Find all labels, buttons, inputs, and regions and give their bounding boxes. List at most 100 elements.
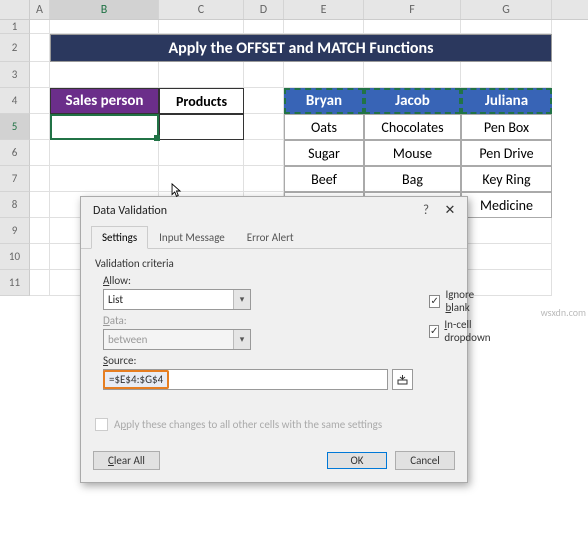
header-jacob[interactable]: Jacob [364, 88, 461, 114]
title-banner: Apply the OFFSET and MATCH Functions [50, 34, 552, 62]
clear-all-button[interactable]: Clear All [93, 451, 160, 470]
cell[interactable] [159, 114, 244, 140]
dialog-button-row: Clear All OK Cancel [81, 443, 467, 482]
cell[interactable] [30, 166, 50, 192]
cell[interactable]: Pen Drive [461, 140, 552, 166]
header-juliana[interactable]: Juliana [461, 88, 552, 114]
cell[interactable] [461, 62, 552, 88]
col-header-G[interactable]: G [461, 0, 552, 19]
source-value: =$E$4:$G$4 [103, 370, 169, 389]
row-header-3[interactable]: 3 [0, 62, 30, 88]
col-header-A[interactable]: A [30, 0, 50, 19]
row-header-4[interactable]: 4 [0, 88, 30, 114]
tab-settings[interactable]: Settings [91, 226, 148, 249]
ok-button[interactable]: OK [327, 452, 387, 469]
cell[interactable] [30, 140, 50, 166]
allow-dropdown[interactable]: List ▾ [103, 289, 251, 310]
validation-criteria-label: Validation criteria [95, 257, 453, 270]
header-products[interactable]: Products [159, 88, 244, 114]
chevron-down-icon: ▾ [233, 330, 250, 349]
cell[interactable] [30, 62, 50, 88]
allow-value: List [108, 293, 123, 306]
chevron-down-icon[interactable]: ▾ [233, 290, 250, 309]
row-header-8[interactable]: 8 [0, 192, 30, 218]
cell[interactable] [244, 114, 284, 140]
cell[interactable] [30, 270, 50, 296]
collapse-dialog-icon[interactable] [392, 369, 413, 390]
data-dropdown: between ▾ [103, 329, 251, 350]
cancel-button[interactable]: Cancel [395, 451, 455, 470]
cell[interactable]: Sugar [284, 140, 364, 166]
incell-dropdown-checkbox[interactable]: In-cell dropdown [429, 318, 493, 344]
cell[interactable] [30, 218, 50, 244]
cell[interactable]: Key Ring [461, 166, 552, 192]
cell[interactable] [284, 20, 364, 34]
source-label: Source: [103, 354, 413, 367]
active-cell-B5[interactable] [50, 114, 159, 140]
help-icon[interactable]: ? [417, 203, 435, 218]
checkbox-icon [429, 295, 440, 308]
cell[interactable] [50, 166, 159, 192]
apply-label: Apply these changes to all other cells w… [114, 418, 382, 431]
cell[interactable] [159, 140, 244, 166]
cell[interactable]: Mouse [364, 140, 461, 166]
cell[interactable] [284, 62, 364, 88]
col-header-E[interactable]: E [284, 0, 364, 19]
tab-panel-settings: Validation criteria Allow: List ▾ Data: … [81, 249, 467, 443]
cell[interactable] [461, 244, 552, 270]
cell[interactable] [50, 62, 159, 88]
tab-error-alert[interactable]: Error Alert [236, 226, 305, 248]
cell[interactable]: Pen Box [461, 114, 552, 140]
source-input[interactable]: =$E$4:$G$4 [103, 369, 388, 390]
col-header-D[interactable]: D [244, 0, 284, 19]
cell[interactable] [364, 62, 461, 88]
fill-handle[interactable] [154, 135, 160, 141]
dialog-title: Data Validation [93, 204, 417, 218]
cell[interactable]: Oats [284, 114, 364, 140]
cell[interactable] [30, 192, 50, 218]
dialog-titlebar[interactable]: Data Validation ? ✕ [81, 197, 467, 222]
row-header-10[interactable]: 10 [0, 244, 30, 270]
row-header-2[interactable]: 2 [0, 34, 30, 62]
checkbox-icon [95, 418, 108, 431]
cell[interactable]: Medicine [461, 192, 552, 218]
ignore-blank-checkbox[interactable]: Ignore blank [429, 288, 493, 314]
cell[interactable] [30, 114, 50, 140]
row-header-6[interactable]: 6 [0, 140, 30, 166]
cell[interactable] [244, 166, 284, 192]
col-header-F[interactable]: F [364, 0, 461, 19]
cell[interactable] [364, 20, 461, 34]
row-header-1[interactable]: 1 [0, 20, 30, 34]
header-bryan[interactable]: Bryan [284, 88, 364, 114]
cell[interactable] [244, 140, 284, 166]
cell[interactable] [30, 34, 50, 62]
cell[interactable] [30, 88, 50, 114]
cell[interactable]: Chocolates [364, 114, 461, 140]
data-validation-dialog: Data Validation ? ✕ Settings Input Messa… [80, 196, 468, 483]
column-headers: A B C D E F G [0, 0, 588, 20]
cell[interactable] [50, 140, 159, 166]
cell[interactable] [50, 20, 159, 34]
cell[interactable]: Bag [364, 166, 461, 192]
cell[interactable] [159, 20, 244, 34]
watermark: wsxdn.com [541, 306, 586, 319]
select-all-corner[interactable] [0, 0, 30, 19]
row-header-7[interactable]: 7 [0, 166, 30, 192]
header-sales-person[interactable]: Sales person [50, 88, 159, 114]
cell[interactable] [461, 20, 552, 34]
cell[interactable] [461, 218, 552, 244]
cell[interactable] [244, 20, 284, 34]
cell[interactable] [30, 20, 50, 34]
cell[interactable] [244, 88, 284, 114]
tab-input-message[interactable]: Input Message [148, 226, 236, 248]
close-icon[interactable]: ✕ [441, 203, 459, 218]
col-header-C[interactable]: C [159, 0, 244, 19]
row-header-9[interactable]: 9 [0, 218, 30, 244]
row-header-5[interactable]: 5 [0, 114, 30, 140]
row-header-11[interactable]: 11 [0, 270, 30, 296]
cell[interactable] [244, 62, 284, 88]
cell[interactable] [30, 244, 50, 270]
cell[interactable] [159, 62, 244, 88]
col-header-B[interactable]: B [50, 0, 159, 19]
cell[interactable]: Beef [284, 166, 364, 192]
